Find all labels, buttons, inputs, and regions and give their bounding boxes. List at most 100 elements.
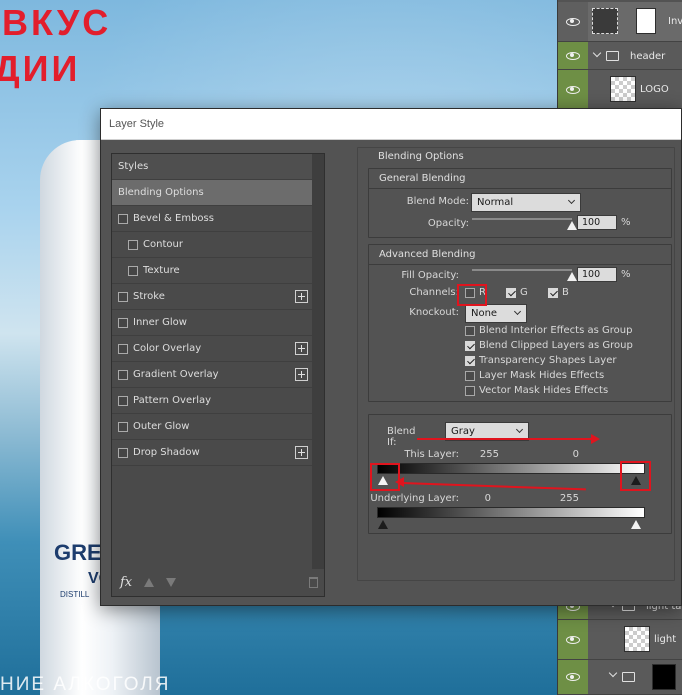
fill-opacity-label: Fill Opacity: [401,270,459,281]
visibility-toggle[interactable] [558,660,588,694]
style-item-bevel-emboss[interactable]: Bevel & Emboss [112,206,313,232]
knockout-label: Knockout: [409,307,459,318]
visibility-toggle[interactable] [558,620,588,659]
layer-mask-thumbnail [652,664,676,690]
channel-g-label: G [520,287,528,298]
layer-row-header[interactable]: header [558,42,682,70]
advanced-blending-header: Advanced Blending [369,245,671,265]
fill-opacity-input[interactable]: 100 [577,267,617,282]
visibility-toggle[interactable] [558,2,588,41]
style-checkbox[interactable] [128,265,138,276]
underlying-black-slider[interactable] [378,520,388,529]
layer-row-inv[interactable]: Inv [558,2,682,42]
layer-row-group[interactable] [558,660,682,695]
styles-panel: Styles Blending Options Bevel & Emboss C… [111,153,325,597]
layer-thumbnail [624,626,650,652]
blend-clipped-layers-checkbox[interactable] [465,341,475,351]
underlying-layer-label: Underlying Layer: [370,493,459,504]
dialog-titlebar[interactable]: Layer Style [101,109,681,140]
add-stroke-button[interactable] [295,290,308,303]
style-checkbox[interactable] [118,395,128,406]
visibility-toggle[interactable] [558,42,588,69]
style-item-drop-shadow[interactable]: Drop Shadow [112,440,313,466]
underlying-high-value: 255 [559,493,579,504]
add-drop-shadow-button[interactable] [295,446,308,459]
blend-mode-select[interactable]: Normal [471,193,581,212]
chevron-down-icon[interactable] [608,668,618,678]
folder-icon [606,51,619,61]
blending-options-title: Blending Options [378,151,464,162]
style-item-outer-glow[interactable]: Outer Glow [112,414,313,440]
style-checkbox[interactable] [118,369,128,380]
chevron-down-icon [515,425,524,434]
blending-options-section: Blending Options General Blending Blend … [357,147,675,581]
layer-row-light[interactable]: light [558,620,682,660]
add-gradient-overlay-button[interactable] [295,368,308,381]
annotation-box-channel-r [457,284,487,306]
style-item-texture[interactable]: Texture [112,258,313,284]
style-checkbox[interactable] [118,343,128,354]
annotation-arrowhead-left [395,477,404,487]
style-checkbox[interactable] [118,291,128,302]
blend-mode-label: Blend Mode: [406,196,469,207]
layer-name: light [654,634,677,645]
eye-icon [566,85,580,94]
trash-icon[interactable] [309,577,318,588]
styles-scrollbar[interactable] [312,154,324,569]
style-checkbox[interactable] [118,317,128,328]
opacity-slider[interactable] [472,218,572,220]
layer-style-dialog: Layer Style Styles Blending Options Beve… [100,108,682,606]
dialog-title: Layer Style [109,118,165,130]
channel-g-checkbox[interactable] [506,288,516,298]
chevron-down-icon[interactable] [592,48,602,58]
channel-b-label: B [562,287,569,298]
style-checkbox[interactable] [118,421,128,432]
style-checkbox[interactable] [118,213,128,224]
move-down-icon[interactable] [166,577,177,587]
style-checkbox[interactable] [118,447,128,458]
style-item-inner-glow[interactable]: Inner Glow [112,310,313,336]
style-item-blending-options[interactable]: Blending Options [112,180,313,206]
layer-thumbnail [592,8,618,34]
styles-footer: fx [112,568,324,596]
opacity-input[interactable]: 100 [577,215,617,230]
annotation-arrowhead-right [591,434,600,444]
knockout-select[interactable]: None [465,304,527,323]
opacity-slider-handle[interactable] [567,221,577,230]
fx-icon[interactable]: fx [120,575,132,590]
channels-label: Channels: [409,287,459,298]
style-item-color-overlay[interactable]: Color Overlay [112,336,313,362]
style-item-contour[interactable]: Contour [112,232,313,258]
this-layer-gradient [377,463,645,474]
eye-icon [566,51,580,60]
visibility-toggle[interactable] [558,70,588,109]
this-layer-label: This Layer: [404,449,459,460]
layer-mask-hides-checkbox[interactable] [465,371,475,381]
this-layer-high-value: 0 [572,449,579,460]
move-up-icon[interactable] [144,577,155,587]
blend-if-label: Blend If: [387,426,416,448]
canvas-headline-line2: ДИИ [0,48,81,89]
style-item-pattern-overlay[interactable]: Pattern Overlay [112,388,313,414]
annotation-arrow-right [417,438,591,440]
layer-row-logo[interactable]: LOGO [558,70,682,110]
underlying-white-slider[interactable] [631,520,641,529]
fill-opacity-slider[interactable] [472,269,572,271]
vector-mask-hides-checkbox[interactable] [465,386,475,396]
style-checkbox[interactable] [128,239,138,250]
fill-opacity-slider-handle[interactable] [567,272,577,281]
layer-name: header [630,51,666,62]
style-item-stroke[interactable]: Stroke [112,284,313,310]
channel-b-checkbox[interactable] [548,288,558,298]
eye-icon [566,17,580,26]
fill-opacity-unit: % [621,269,631,280]
layer-name: Inv [668,16,682,27]
styles-header[interactable]: Styles [112,154,313,180]
underlying-layer-gradient [377,507,645,518]
annotation-box-white-slider [620,461,651,491]
this-layer-low-value: 255 [479,449,499,460]
blend-interior-effects-checkbox[interactable] [465,326,475,336]
transparency-shapes-checkbox[interactable] [465,356,475,366]
add-color-overlay-button[interactable] [295,342,308,355]
style-item-gradient-overlay[interactable]: Gradient Overlay [112,362,313,388]
